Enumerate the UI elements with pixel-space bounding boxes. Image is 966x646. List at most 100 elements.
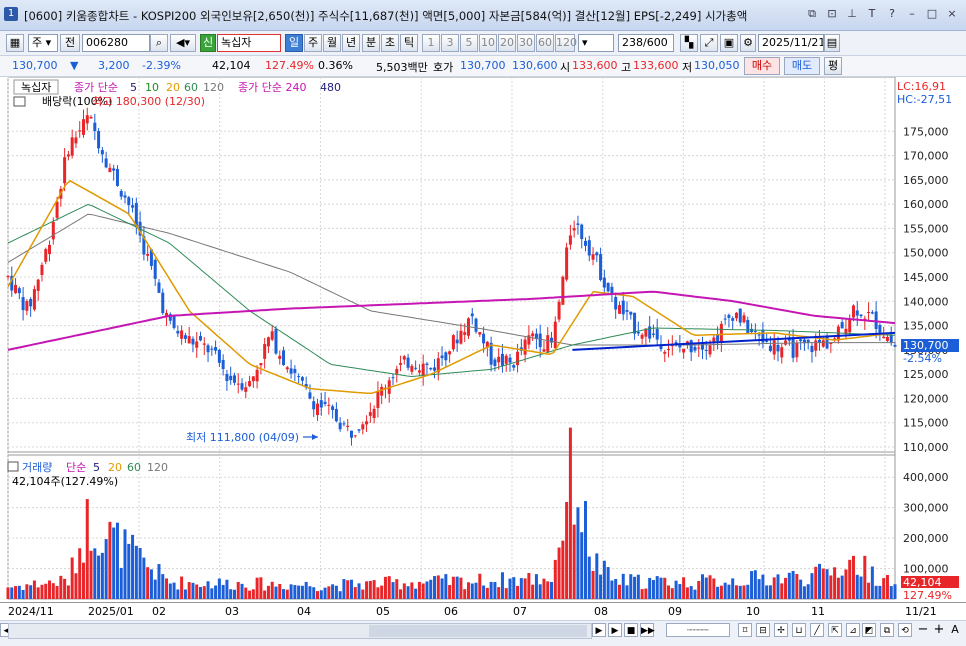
link-icon[interactable]: ⧉: [804, 6, 820, 22]
interval-60[interactable]: 60: [536, 34, 554, 52]
buy-button[interactable]: 매수: [744, 57, 780, 75]
candle-body: [97, 131, 101, 149]
candle-body: [380, 386, 384, 396]
stock-name-field[interactable]: 녹십자: [217, 34, 281, 52]
line-tool-icon[interactable]: ╱: [810, 623, 824, 637]
zoom-in-icon[interactable]: +: [932, 623, 946, 637]
zoom-out-icon[interactable]: −: [916, 623, 930, 637]
interval-120[interactable]: 120: [555, 34, 577, 52]
count-field[interactable]: 238/600: [618, 34, 674, 52]
interval-30[interactable]: 30: [517, 34, 535, 52]
speaker-icon[interactable]: ◀▾: [170, 34, 196, 52]
restore-icon[interactable]: ⊡: [824, 6, 840, 22]
candle-body: [32, 289, 36, 310]
search-icon[interactable]: ⌕: [150, 34, 168, 52]
minimize-icon[interactable]: –: [904, 6, 920, 22]
auto-scale-icon[interactable]: A: [948, 623, 962, 637]
tab-month[interactable]: 월: [323, 34, 341, 52]
volume-bar: [806, 584, 810, 599]
indicator-icon[interactable]: ▚: [680, 34, 698, 52]
tab-minute[interactable]: 분: [362, 34, 380, 52]
candle-body: [266, 337, 270, 347]
candle-body: [63, 157, 67, 184]
cursor-icon[interactable]: ⇱: [828, 623, 842, 637]
candle-body: [180, 330, 184, 339]
help-icon[interactable]: ?: [884, 6, 900, 22]
volume-bar: [848, 559, 852, 599]
candle-body: [323, 401, 327, 404]
font-icon[interactable]: T: [864, 6, 880, 22]
stock-code-input[interactable]: 006280: [82, 34, 150, 52]
volume-bar: [425, 581, 429, 599]
period-select[interactable]: 주 ▾: [28, 34, 58, 52]
candle-body: [244, 387, 248, 392]
settings-gear-icon[interactable]: ⚙: [740, 34, 756, 52]
volume-axis-label: 300,000: [903, 502, 949, 515]
fill-icon[interactable]: ◩: [862, 623, 876, 637]
count-total: /600: [643, 36, 668, 49]
price-axis-label: 160,000: [903, 198, 949, 211]
tab-tick[interactable]: 틱: [400, 34, 418, 52]
maximize-icon[interactable]: □: [924, 6, 940, 22]
close-icon[interactable]: ×: [944, 6, 960, 22]
layers-icon[interactable]: ⧉: [880, 623, 894, 637]
volume-bar: [410, 582, 414, 599]
volume-bar: [346, 580, 350, 599]
date-field[interactable]: 2025/11/21: [758, 34, 824, 52]
volume-bar: [270, 581, 274, 599]
tab-second[interactable]: 초: [381, 34, 399, 52]
candle-body: [538, 333, 542, 348]
volume-bar: [316, 591, 320, 599]
price-volume-chart[interactable]: 110,000115,000120,000125,000130,000135,0…: [0, 76, 966, 602]
candle-body: [157, 282, 161, 293]
ruler-icon[interactable]: ⊿: [846, 623, 860, 637]
candle-body: [878, 324, 882, 333]
chart-area[interactable]: 110,000115,000120,000125,000130,000135,0…: [0, 76, 966, 602]
candle-body: [451, 335, 455, 350]
crosshair-icon[interactable]: ✢: [774, 623, 788, 637]
calendar-icon[interactable]: ▤: [824, 34, 840, 52]
interval-1[interactable]: 1: [422, 34, 440, 52]
tab-year[interactable]: 년: [342, 34, 360, 52]
save-icon[interactable]: ▣: [720, 34, 738, 52]
volume-bar: [599, 574, 603, 599]
legend-stock-name: 녹십자: [21, 81, 51, 94]
scroll-thumb[interactable]: [369, 625, 587, 637]
reset-icon[interactable]: ⟲: [898, 623, 912, 637]
interval-3[interactable]: 3: [441, 34, 459, 52]
toolbar: ▦ 주 ▾ 전 006280 ⌕ ◀▾ 신 녹십자 일 주 월 년 분 초 틱 …: [0, 31, 966, 56]
zoom-fit-icon[interactable]: ⌑: [738, 623, 752, 637]
tab-week[interactable]: 주: [304, 34, 322, 52]
play-icon[interactable]: ▶: [608, 623, 622, 637]
candle-body: [123, 195, 127, 198]
scroll-right-icon[interactable]: ▶: [592, 623, 606, 637]
stop-icon[interactable]: ■: [624, 623, 638, 637]
horizontal-scrollbar[interactable]: [8, 623, 592, 639]
candle-body: [195, 341, 199, 348]
candle-body: [100, 150, 104, 155]
grid-icon[interactable]: ▦: [6, 34, 24, 52]
interval-5[interactable]: 5: [460, 34, 478, 52]
draw-icon[interactable]: ⤢: [700, 34, 718, 52]
sell-button[interactable]: 매도: [784, 57, 820, 75]
candle-body: [342, 423, 346, 425]
zoom-area-icon[interactable]: ⊟: [756, 623, 770, 637]
candle-body: [278, 355, 282, 359]
volume-bar: [583, 500, 587, 599]
fast-forward-icon[interactable]: ▶▶: [640, 623, 655, 637]
price-axis-label: 110,000: [903, 441, 949, 454]
tab-day[interactable]: 일: [285, 34, 303, 52]
eval-button[interactable]: 평: [824, 57, 842, 75]
magnet-icon[interactable]: ⊔: [792, 623, 806, 637]
volume-legend-ma5: 5: [93, 461, 100, 474]
prev-button[interactable]: 전: [60, 34, 80, 52]
volume-bar: [210, 588, 214, 599]
zoom-slider[interactable]: ┈┈┈┈: [666, 623, 730, 637]
volume-bar: [802, 586, 806, 599]
interval-10[interactable]: 10: [479, 34, 497, 52]
volume-bar: [21, 589, 25, 599]
interval-select[interactable]: ▾: [578, 34, 614, 52]
pin-icon[interactable]: ⊥: [844, 6, 860, 22]
candle-body: [414, 367, 418, 369]
interval-20[interactable]: 20: [498, 34, 516, 52]
